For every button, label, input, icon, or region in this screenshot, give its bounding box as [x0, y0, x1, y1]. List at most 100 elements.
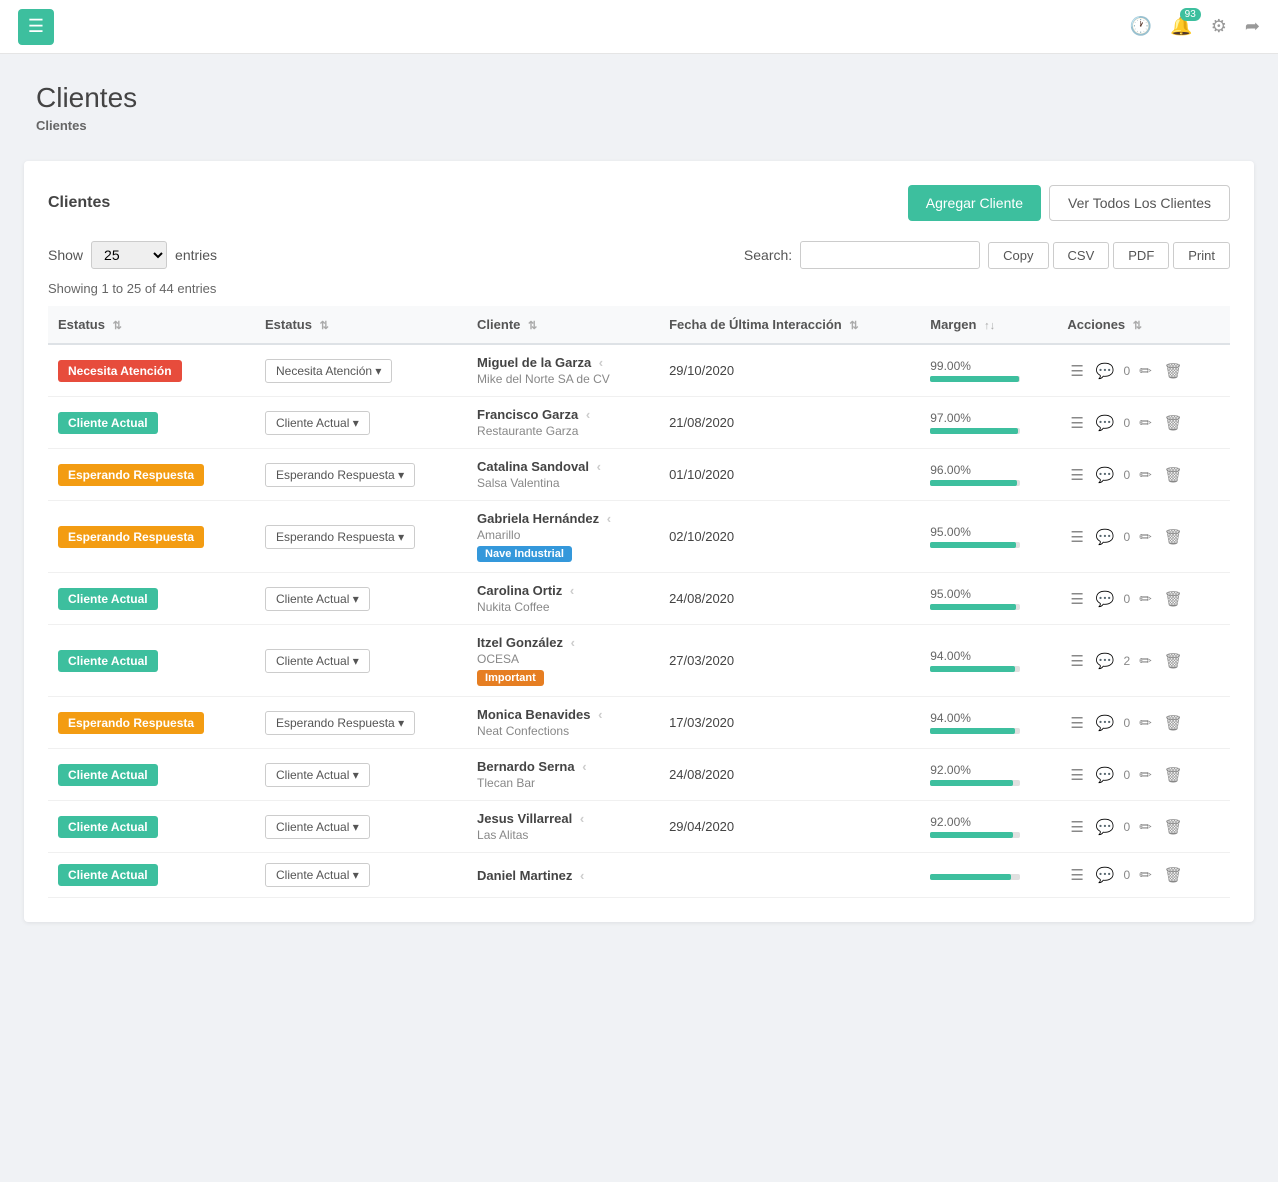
pdf-button[interactable]: PDF: [1113, 242, 1169, 269]
status-badge: Cliente Actual: [58, 588, 158, 610]
comment-icon[interactable]: 💬: [1093, 649, 1118, 673]
list-icon[interactable]: ☰: [1067, 763, 1086, 787]
delete-icon[interactable]: 🗑: [1161, 411, 1186, 435]
list-icon[interactable]: ☰: [1067, 815, 1086, 839]
delete-icon[interactable]: 🗑: [1161, 815, 1186, 839]
search-input[interactable]: [800, 241, 980, 269]
expand-icon[interactable]: ‹: [597, 459, 601, 474]
status-dropdown-button[interactable]: Cliente Actual ▾: [265, 863, 370, 887]
col-estatus2: Estatus ⇅: [255, 306, 467, 344]
actions-group: ☰ 💬 0 ✏ 🗑: [1067, 359, 1220, 383]
status-dropdown-button[interactable]: Esperando Respuesta ▾: [265, 525, 415, 549]
delete-icon[interactable]: 🗑: [1161, 359, 1186, 383]
edit-icon[interactable]: ✏: [1136, 463, 1155, 487]
csv-button[interactable]: CSV: [1053, 242, 1110, 269]
status-dropdown-button[interactable]: Cliente Actual ▾: [265, 763, 370, 787]
status-dropdown-cell: Esperando Respuesta ▾: [255, 449, 467, 501]
list-icon[interactable]: ☰: [1067, 711, 1086, 735]
search-area: Search: Copy CSV PDF Print: [744, 241, 1230, 269]
delete-icon[interactable]: 🗑: [1161, 711, 1186, 735]
copy-button[interactable]: Copy: [988, 242, 1048, 269]
progress-wrap: 92.00%: [930, 763, 1047, 786]
delete-icon[interactable]: 🗑: [1161, 587, 1186, 611]
print-button[interactable]: Print: [1173, 242, 1230, 269]
expand-icon[interactable]: ‹: [607, 511, 611, 526]
delete-icon[interactable]: 🗑: [1161, 863, 1186, 887]
actions-group: ☰ 💬 2 ✏ 🗑: [1067, 649, 1220, 673]
status-dropdown-button[interactable]: Cliente Actual ▾: [265, 815, 370, 839]
expand-icon[interactable]: ‹: [582, 759, 586, 774]
edit-icon[interactable]: ✏: [1136, 649, 1155, 673]
hamburger-button[interactable]: ☰: [18, 9, 54, 45]
edit-icon[interactable]: ✏: [1136, 525, 1155, 549]
progress-wrap: [930, 874, 1047, 880]
client-company: Mike del Norte SA de CV: [477, 372, 649, 386]
edit-icon[interactable]: ✏: [1136, 587, 1155, 611]
edit-icon[interactable]: ✏: [1136, 359, 1155, 383]
client-cell: Monica Benavides ‹Neat Confections: [467, 697, 659, 749]
expand-icon[interactable]: ‹: [599, 355, 603, 370]
delete-icon[interactable]: 🗑: [1161, 649, 1186, 673]
delete-icon[interactable]: 🗑: [1161, 463, 1186, 487]
progress-bar-bg: [930, 428, 1020, 434]
margen-cell: 92.00%: [920, 749, 1057, 801]
comment-icon[interactable]: 💬: [1093, 411, 1118, 435]
delete-icon[interactable]: 🗑: [1161, 763, 1186, 787]
expand-icon[interactable]: ‹: [598, 707, 602, 722]
edit-icon[interactable]: ✏: [1136, 763, 1155, 787]
notification-wrapper[interactable]: 🔔 93: [1170, 16, 1192, 37]
list-icon[interactable]: ☰: [1067, 649, 1086, 673]
breadcrumb: Clientes: [36, 118, 1242, 133]
topnav: ☰ 🕐 🔔 93 ⚙ ➦: [0, 0, 1278, 54]
comment-icon[interactable]: 💬: [1093, 711, 1118, 735]
status-badge-cell: Esperando Respuesta: [48, 449, 255, 501]
list-icon[interactable]: ☰: [1067, 463, 1086, 487]
sort-icon-fecha: ⇅: [849, 320, 858, 332]
progress-wrap: 94.00%: [930, 711, 1047, 734]
gear-icon[interactable]: ⚙: [1211, 16, 1227, 37]
actions-group: ☰ 💬 0 ✏ 🗑: [1067, 463, 1220, 487]
actions-cell: ☰ 💬 0 ✏ 🗑: [1057, 853, 1230, 898]
status-dropdown-button[interactable]: Esperando Respuesta ▾: [265, 711, 415, 735]
col-estatus1: Estatus ⇅: [48, 306, 255, 344]
edit-icon[interactable]: ✏: [1136, 815, 1155, 839]
delete-icon[interactable]: 🗑: [1161, 525, 1186, 549]
expand-icon[interactable]: ‹: [571, 635, 575, 650]
status-dropdown-button[interactable]: Necesita Atención ▾: [265, 359, 392, 383]
status-dropdown-button[interactable]: Cliente Actual ▾: [265, 411, 370, 435]
list-icon[interactable]: ☰: [1067, 587, 1086, 611]
expand-icon[interactable]: ‹: [570, 583, 574, 598]
entries-select[interactable]: 25 10 50 100: [91, 241, 167, 269]
share-icon[interactable]: ➦: [1245, 16, 1260, 37]
card-header: Clientes Agregar Cliente Ver Todos Los C…: [48, 185, 1230, 221]
status-dropdown-button[interactable]: Esperando Respuesta ▾: [265, 463, 415, 487]
add-client-button[interactable]: Agregar Cliente: [908, 185, 1041, 221]
client-cell: Miguel de la Garza ‹Mike del Norte SA de…: [467, 344, 659, 397]
edit-icon[interactable]: ✏: [1136, 863, 1155, 887]
comment-icon[interactable]: 💬: [1093, 359, 1118, 383]
status-dropdown-button[interactable]: Cliente Actual ▾: [265, 649, 370, 673]
progress-bar-bg: [930, 874, 1020, 880]
list-icon[interactable]: ☰: [1067, 359, 1086, 383]
expand-icon[interactable]: ‹: [586, 407, 590, 422]
view-all-button[interactable]: Ver Todos Los Clientes: [1049, 185, 1230, 221]
table-row: Esperando RespuestaEsperando Respuesta ▾…: [48, 697, 1230, 749]
comment-icon[interactable]: 💬: [1093, 463, 1118, 487]
comment-count: 2: [1124, 654, 1131, 668]
client-company: Las Alitas: [477, 828, 649, 842]
edit-icon[interactable]: ✏: [1136, 411, 1155, 435]
clock-icon[interactable]: 🕐: [1130, 16, 1152, 37]
progress-bar-fill: [930, 728, 1015, 734]
comment-icon[interactable]: 💬: [1093, 587, 1118, 611]
expand-icon[interactable]: ‹: [580, 811, 584, 826]
comment-icon[interactable]: 💬: [1093, 525, 1118, 549]
comment-icon[interactable]: 💬: [1093, 863, 1118, 887]
list-icon[interactable]: ☰: [1067, 863, 1086, 887]
comment-icon[interactable]: 💬: [1093, 815, 1118, 839]
edit-icon[interactable]: ✏: [1136, 711, 1155, 735]
expand-icon[interactable]: ‹: [580, 868, 584, 883]
list-icon[interactable]: ☰: [1067, 411, 1086, 435]
comment-icon[interactable]: 💬: [1093, 763, 1118, 787]
status-dropdown-button[interactable]: Cliente Actual ▾: [265, 587, 370, 611]
list-icon[interactable]: ☰: [1067, 525, 1086, 549]
